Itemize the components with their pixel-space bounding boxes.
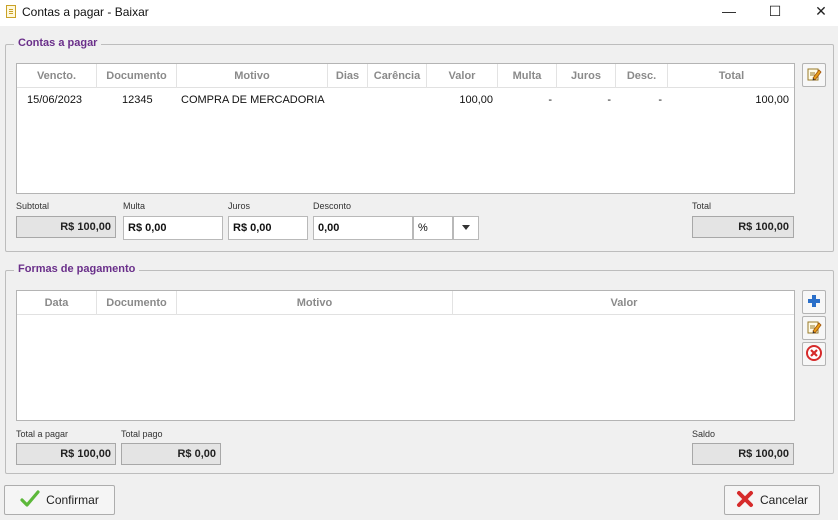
saldo-label: Saldo — [692, 429, 716, 439]
column-desc[interactable]: Desc. — [616, 64, 668, 88]
multa-label: Multa — [123, 201, 146, 211]
window-title: Contas a pagar - Baixar — [22, 5, 149, 19]
column-valor[interactable]: Valor — [453, 291, 795, 315]
cancelar-button[interactable]: Cancelar — [724, 485, 820, 515]
desconto-tipo-dropdown-button[interactable] — [453, 216, 479, 240]
total-a-pagar-value: R$ 100,00 — [16, 443, 116, 465]
cell-valor: 100,00 — [459, 94, 493, 106]
subtotal-label: Subtotal — [16, 201, 50, 211]
table-row[interactable]: 15/06/2023 12345 COMPRA DE MERCADORIA 10… — [17, 90, 795, 110]
multa-input[interactable]: R$ 0,00 — [123, 216, 223, 240]
column-documento[interactable]: Documento — [97, 64, 177, 88]
add-pagamento-button[interactable] — [802, 290, 826, 314]
cell-dias — [328, 90, 368, 110]
formas-pagamento-legend: Formas de pagamento — [14, 263, 140, 275]
confirmar-label: Confirmar — [46, 493, 99, 507]
delete-pagamento-button[interactable] — [802, 342, 826, 366]
pagamentos-grid[interactable]: Data Documento Motivo Valor — [16, 290, 795, 421]
contas-a-pagar-legend: Contas a pagar — [14, 37, 102, 49]
cell-documento: 12345 — [122, 94, 153, 106]
close-button[interactable]: ✕ — [798, 0, 838, 22]
column-valor[interactable]: Valor — [427, 64, 498, 88]
total-value: R$ 100,00 — [692, 216, 794, 238]
column-juros[interactable]: Juros — [557, 64, 616, 88]
maximize-button[interactable]: ☐ — [752, 0, 798, 22]
confirmar-button[interactable]: Confirmar — [4, 485, 115, 515]
cell-desc: - — [658, 94, 662, 106]
app-document-icon — [6, 5, 16, 18]
juros-label: Juros — [228, 201, 251, 211]
cancelar-label: Cancelar — [759, 493, 809, 507]
formas-pagamento-group: Formas de pagamento Data Documento Motiv… — [5, 263, 834, 474]
edit-pagamento-button[interactable] — [802, 316, 826, 340]
contas-grid-header: Vencto. Documento Motivo Dias Carência V… — [17, 64, 794, 88]
cell-juros: - — [607, 94, 611, 106]
cell-vencto: 15/06/2023 — [27, 94, 83, 106]
desconto-label: Desconto — [313, 201, 352, 211]
contas-a-pagar-group: Contas a pagar Vencto. Documento Motivo … — [5, 37, 834, 252]
total-a-pagar-label: Total a pagar — [16, 429, 69, 439]
column-dias[interactable]: Dias — [328, 64, 368, 88]
edit-icon — [806, 319, 822, 338]
desconto-tipo-select[interactable]: % — [413, 216, 453, 240]
column-carencia[interactable]: Carência — [368, 64, 427, 88]
cell-total: 100,00 — [755, 94, 789, 106]
cell-carencia — [368, 90, 427, 110]
cell-motivo: COMPRA DE MERCADORIA — [181, 94, 325, 106]
edit-conta-button[interactable] — [802, 63, 826, 87]
minimize-button[interactable]: — — [706, 0, 752, 22]
column-data[interactable]: Data — [17, 291, 97, 315]
contas-grid[interactable]: Vencto. Documento Motivo Dias Carência V… — [16, 63, 795, 194]
column-documento[interactable]: Documento — [97, 291, 177, 315]
desconto-input[interactable]: 0,00 — [313, 216, 413, 240]
delete-icon — [806, 344, 822, 364]
column-total[interactable]: Total — [668, 64, 795, 88]
total-pago-value: R$ 0,00 — [121, 443, 221, 465]
column-vencto[interactable]: Vencto. — [17, 64, 97, 88]
column-motivo[interactable]: Motivo — [177, 291, 453, 315]
dialog-content: Contas a pagar Vencto. Documento Motivo … — [0, 26, 838, 520]
cancel-x-icon — [736, 490, 754, 511]
total-pago-label: Total pago — [121, 429, 163, 439]
saldo-value: R$ 100,00 — [692, 443, 794, 465]
edit-icon — [806, 66, 822, 85]
column-multa[interactable]: Multa — [498, 64, 557, 88]
chevron-down-icon — [461, 217, 471, 239]
title-bar: Contas a pagar - Baixar — ☐ ✕ — [0, 0, 838, 26]
checkmark-icon — [20, 489, 40, 511]
cell-multa: - — [548, 94, 552, 106]
add-icon — [807, 294, 821, 311]
column-motivo[interactable]: Motivo — [177, 64, 328, 88]
subtotal-value: R$ 100,00 — [16, 216, 116, 238]
pagamentos-grid-header: Data Documento Motivo Valor — [17, 291, 794, 315]
juros-input[interactable]: R$ 0,00 — [228, 216, 308, 240]
total-label: Total — [692, 201, 712, 211]
